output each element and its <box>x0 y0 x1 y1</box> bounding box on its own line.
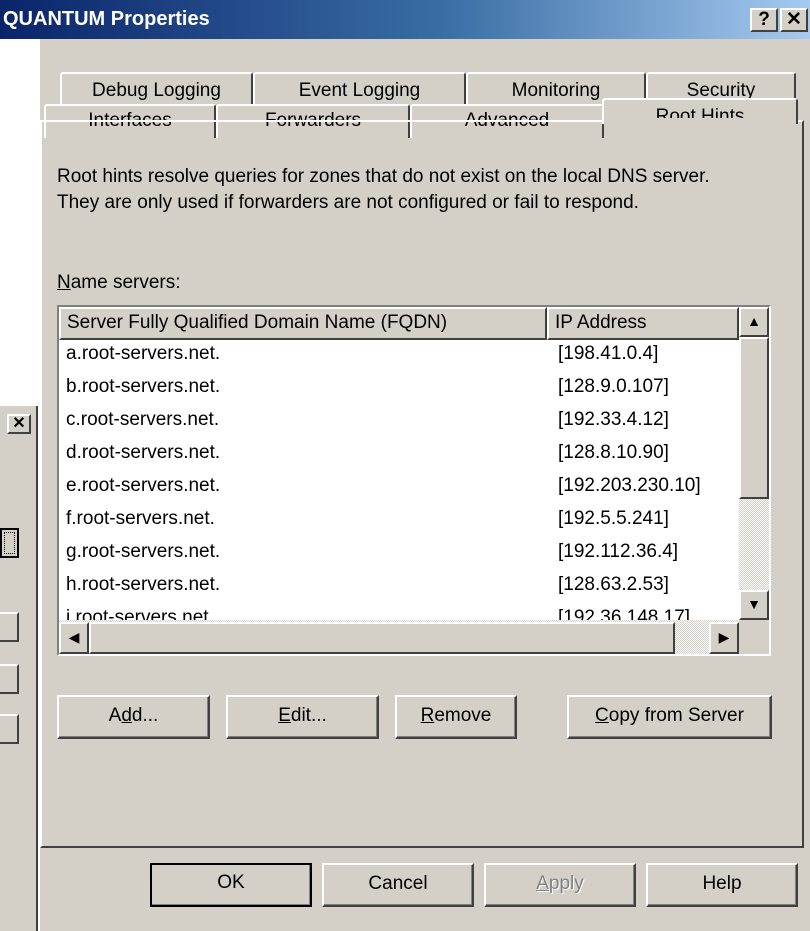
column-header-ip[interactable]: IP Address <box>547 307 739 340</box>
fqdn-cell: a.root-servers.net. <box>66 343 221 364</box>
close-icon[interactable]: ✕ <box>780 8 808 32</box>
title-bar: QUANTUM Properties ? ✕ <box>0 0 810 39</box>
table-row[interactable]: g.root-servers.net. [192.112.36.4] <box>59 538 739 571</box>
ip-cell: [128.8.10.90] <box>558 442 669 463</box>
help-title-button[interactable]: ? <box>750 8 778 32</box>
table-row[interactable]: d.root-servers.net. [128.8.10.90] <box>59 439 739 472</box>
fqdn-cell: d.root-servers.net. <box>66 442 221 463</box>
ip-cell: [198.41.0.4] <box>558 343 659 364</box>
scroll-left-icon[interactable]: ◀ <box>59 622 89 654</box>
scroll-up-icon[interactable]: ▲ <box>739 307 769 337</box>
ip-cell: [192.33.4.12] <box>558 409 669 430</box>
table-row[interactable]: a.root-servers.net. [198.41.0.4] <box>59 340 739 373</box>
ip-cell: [192.203.230.10] <box>558 475 701 496</box>
help-button[interactable]: Help <box>646 863 798 907</box>
tab-debug-logging[interactable]: Debug Logging <box>60 72 253 106</box>
apply-button[interactable]: Apply <box>484 863 636 907</box>
ip-cell: [128.9.0.107] <box>558 376 669 397</box>
background-window-close-button[interactable]: ✕ <box>7 414 31 434</box>
table-row[interactable]: h.root-servers.net. [128.63.2.53] <box>59 571 739 604</box>
ip-cell: [128.63.2.53] <box>558 574 669 595</box>
name-servers-label: Name servers: <box>57 272 181 293</box>
background-window-button[interactable] <box>0 612 19 642</box>
fqdn-cell: b.root-servers.net. <box>66 376 221 397</box>
background-window-button[interactable] <box>0 664 19 694</box>
vertical-scrollbar[interactable]: ▲ ▼ <box>739 307 769 620</box>
fqdn-cell: h.root-servers.net. <box>66 574 221 595</box>
ip-cell: [192.112.36.4] <box>558 541 679 562</box>
scroll-down-icon[interactable]: ▼ <box>739 590 769 620</box>
table-row[interactable]: f.root-servers.net. [192.5.5.241] <box>59 505 739 538</box>
name-servers-list[interactable]: Server Fully Qualified Domain Name (FQDN… <box>57 305 771 656</box>
horizontal-scrollbar[interactable]: ◀ ▶ <box>59 620 739 654</box>
root-hints-description: Root hints resolve queries for zones tha… <box>57 166 710 213</box>
background-window-button[interactable] <box>0 714 19 744</box>
table-row[interactable]: c.root-servers.net. [192.33.4.12] <box>59 406 739 439</box>
tab-event-logging[interactable]: Event Logging <box>253 72 466 106</box>
list-header: Server Fully Qualified Domain Name (FQDN… <box>59 307 769 340</box>
list-rows: a.root-servers.net. [198.41.0.4] b.root-s… <box>59 340 739 637</box>
copy-from-server-button[interactable]: Copy from Server <box>567 695 772 739</box>
table-row[interactable]: b.root-servers.net. [128.9.0.107] <box>59 373 739 406</box>
horizontal-scroll-thumb[interactable] <box>89 622 675 654</box>
fqdn-cell: e.root-servers.net. <box>66 475 221 496</box>
active-tab-joiner <box>604 118 796 124</box>
scroll-right-icon[interactable]: ▶ <box>709 622 739 654</box>
fqdn-cell: f.root-servers.net. <box>66 508 215 529</box>
remove-button[interactable]: Remove <box>395 695 517 739</box>
window-title: QUANTUM Properties <box>3 8 210 30</box>
table-row[interactable]: e.root-servers.net. [192.203.230.10] <box>59 472 739 505</box>
ok-button[interactable]: OK <box>150 863 312 907</box>
vertical-scroll-thumb[interactable] <box>739 337 769 499</box>
background-window-button[interactable] <box>0 528 19 558</box>
fqdn-cell: c.root-servers.net. <box>66 409 220 430</box>
ip-cell: [192.5.5.241] <box>558 508 669 529</box>
fqdn-cell: g.root-servers.net. <box>66 541 221 562</box>
scrollbar-corner <box>739 620 769 654</box>
edit-button[interactable]: Edit... <box>226 695 379 739</box>
add-button[interactable]: Add... <box>57 695 210 739</box>
cancel-button[interactable]: Cancel <box>322 863 474 907</box>
column-header-fqdn[interactable]: Server Fully Qualified Domain Name (FQDN… <box>59 307 547 340</box>
